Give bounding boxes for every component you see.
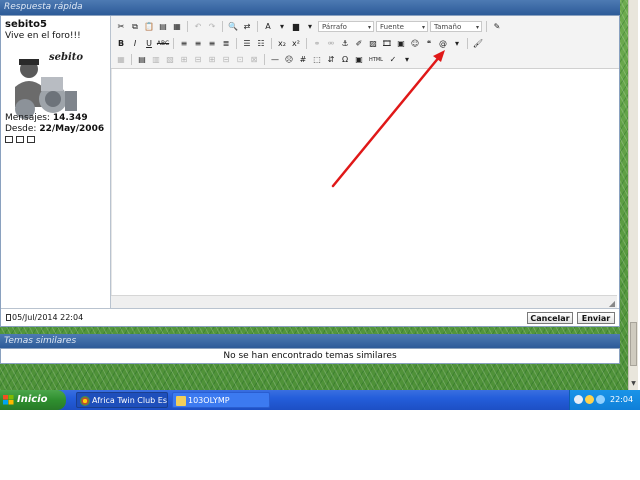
clock[interactable]: 22:04 (610, 390, 633, 410)
start-button[interactable]: Inicio (0, 390, 66, 410)
network-icon[interactable] (574, 395, 583, 404)
windows-logo-icon (3, 395, 14, 405)
chrome-icon (80, 396, 90, 406)
taskbar-item-label: Africa Twin Club Espa... (92, 396, 168, 405)
folder-icon (176, 396, 186, 406)
taskbar-item-browser[interactable]: Africa Twin Club Espa... (76, 392, 168, 408)
taskbar-item-folder[interactable]: 103OLYMP (172, 392, 270, 408)
security-icon[interactable] (585, 395, 594, 404)
start-label: Inicio (17, 394, 48, 405)
volume-icon[interactable] (596, 395, 605, 404)
windows-taskbar: Inicio Africa Twin Club Espa... 103OLYMP… (0, 390, 640, 410)
taskbar-item-label: 103OLYMP (188, 396, 230, 405)
system-tray: 22:04 (569, 390, 640, 410)
